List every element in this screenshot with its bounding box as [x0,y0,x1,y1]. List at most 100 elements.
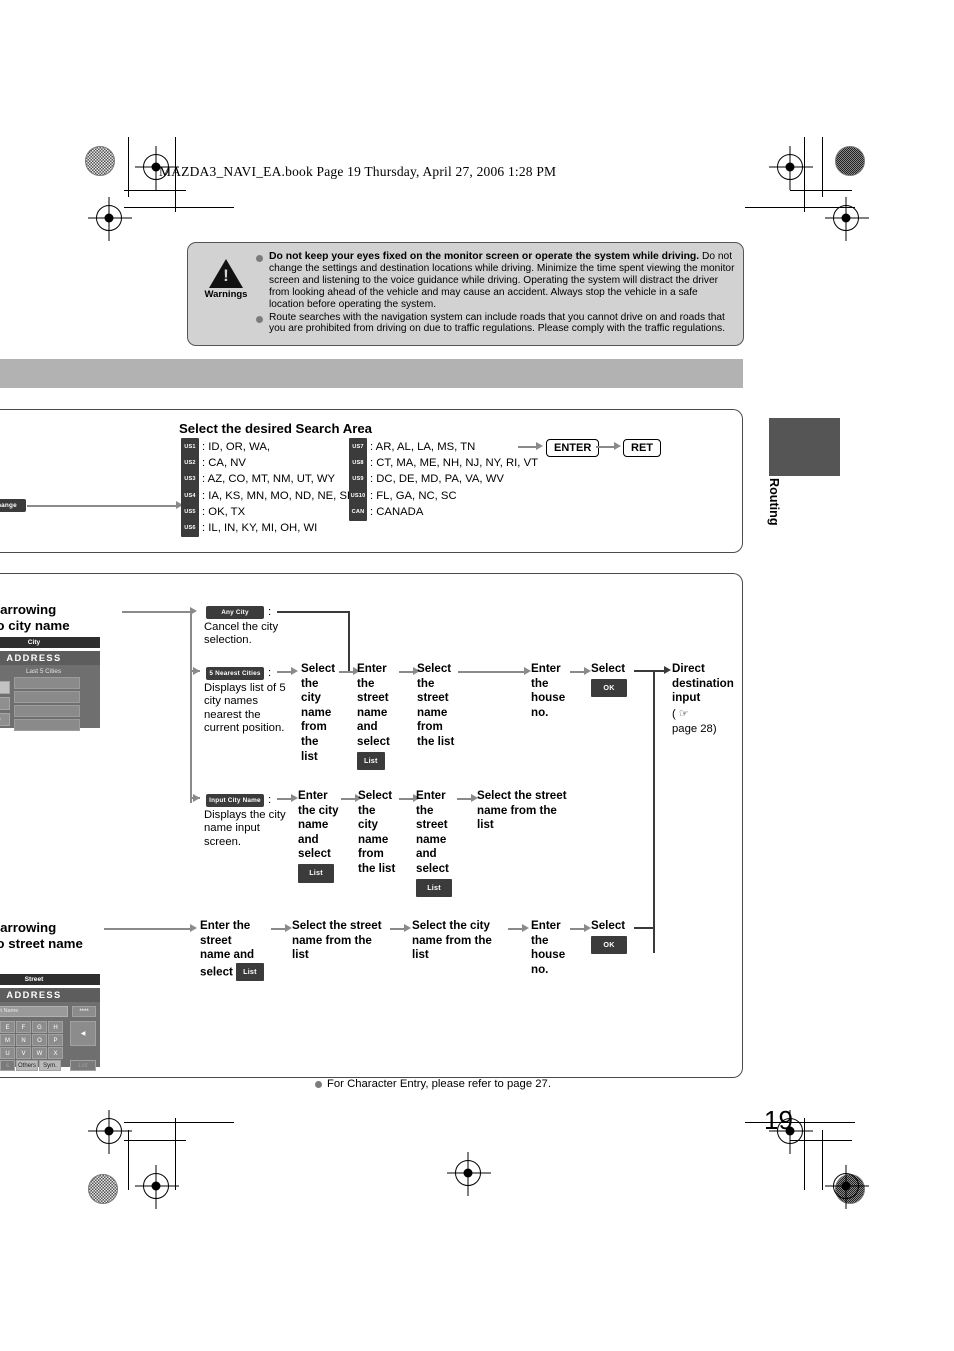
connector-arrow [614,442,621,450]
list-row[interactable] [14,677,80,689]
area-states: : CT, MA, ME, NH, NJ, NY, RI, VT [370,457,539,470]
other-cities-button[interactable]: r Cities [0,697,10,710]
ok-button[interactable]: OK [591,935,627,955]
connector-line [634,927,655,929]
area-states: : CANADA [370,505,424,518]
search-area-row[interactable]: US2: CA, NV [181,454,355,473]
street-name-input[interactable]: Input Street Name [0,1006,68,1017]
connector-arrow [291,794,298,802]
search-area-row[interactable]: US6: IL, IN, KY, MI, OH, WI [181,518,355,538]
area-states: : CA, NV [202,457,246,470]
heading-line-2: to street name [0,935,83,951]
key-o[interactable]: O [32,1034,47,1046]
step-select-street-name-list-2: Select the street name from the list [477,789,567,832]
connector-bus [653,670,655,953]
key-w[interactable]: W [32,1047,47,1059]
routing-side-tab [769,418,840,476]
halftone-dot-tl [85,146,115,176]
heading-line-2: to city name [0,617,70,633]
connector-line [122,611,190,613]
connector-bus [190,611,192,803]
area-states: : DC, DE, MD, PA, VA, WV [370,473,504,486]
search-area-row[interactable]: US4: IA, KS, MN, MO, ND, NE, SD [181,486,355,505]
warning-icon-group: ! Warnings [198,259,254,300]
step-text: Enter the city name and select [298,789,339,861]
area-tag: US3 [181,470,199,489]
branch-street-heading: narrowing to street name [0,920,152,951]
paren-open: ( [672,708,676,720]
bullet-icon [315,1080,322,1088]
search-area-row[interactable]: US1: ID, OR, WA, [181,438,355,457]
book-header-line: MAZDA3_NAVI_EA.book Page 19 Thursday, Ap… [159,164,557,179]
step-enter-city-name: Enter the city name and select List [298,789,340,883]
last-5-cities-label: Last 5 Cities [26,668,62,675]
search-area-row[interactable]: US7: AR, AL, LA, MS, TN [349,438,538,457]
section-band [0,359,743,388]
connector-arrow [536,442,543,450]
ret-key[interactable]: RET [623,439,661,457]
area-tag: US6 [181,518,199,538]
key-v[interactable]: V [16,1047,31,1059]
key-e[interactable]: E [0,1021,15,1033]
registration-mark-2 [88,205,132,231]
city-screen-thumbnail: City ADDRESS Last 5 Cities City r Cities… [0,637,100,731]
key-f[interactable]: F [16,1021,31,1033]
registration-mark-7 [135,1173,179,1199]
search-area-row[interactable]: US10: FL, GA, NC, SC [349,486,538,505]
step-text: Enter the street name and select [416,789,449,875]
key-h[interactable]: H [48,1021,63,1033]
any-city-button[interactable]: Any City [206,606,264,619]
step-enter-street-name: Enter the street name and select List [357,662,397,771]
list-row[interactable] [14,691,80,703]
bullet-icon [256,312,269,336]
page-ref: ( ☞ [672,708,689,721]
search-area-row[interactable]: US8: CT, MA, ME, NH, NJ, NY, RI, VT [349,454,539,473]
search-area-row[interactable]: US3: AZ, CO, MT, NM, UT, WY [181,470,355,489]
connector-line [277,611,349,613]
list-button[interactable]: List [416,878,452,898]
list-row[interactable] [14,705,80,717]
list-button[interactable]: List [298,863,334,883]
list-row[interactable] [14,719,80,731]
city-name-button[interactable]: y Name [0,713,10,726]
page-number: 19 [764,1105,793,1135]
symbols-button[interactable]: Sym. [39,1060,61,1071]
colon: : [268,667,272,679]
warnings-label: Warnings [204,289,248,300]
five-nearest-cities-button[interactable]: 5 Nearest Cities [206,667,264,680]
side-tab-text: Routing [766,478,781,526]
registration-mark-5 [88,1118,132,1144]
search-area-row[interactable]: US9: DC, DE, MD, PA, VA, WV [349,470,538,489]
search-area-row[interactable]: US5: OK, TX [181,502,355,521]
others-button[interactable]: Others [16,1060,38,1071]
key-x[interactable]: X [48,1047,63,1059]
enter-arrow-key[interactable]: ◀ [70,1021,96,1046]
connector-arrow [291,667,298,675]
enter-key[interactable]: ENTER [546,439,600,457]
key-ampersand[interactable]: & [0,1060,15,1071]
connector-line [634,670,666,672]
key-m[interactable]: M [0,1034,15,1046]
connector-arrow [584,924,591,932]
backspace-button[interactable]: **** [72,1006,96,1017]
step-select-street-name-b: Select the street name from the list [292,919,382,962]
routing-side-label: Routing [766,478,840,568]
list-button[interactable]: List [357,751,385,771]
list-button[interactable]: List [70,1060,96,1071]
key-u[interactable]: U [0,1047,15,1059]
direct-destination-input: Direct destination input [672,662,748,706]
ok-button[interactable]: OK [591,678,627,698]
area-states: : IL, IN, KY, MI, OH, WI [202,521,318,534]
key-g[interactable]: G [32,1021,47,1033]
halftone-dot-tr [835,146,865,176]
key-n[interactable]: N [16,1034,31,1046]
connector-line [190,670,200,672]
screen-header: ADDRESS [0,988,100,1002]
change-button[interactable]: hange [0,499,26,512]
input-city-name-button[interactable]: Input City Name [206,794,264,807]
input-city-description: Displays the city name input screen. [204,809,286,848]
list-button[interactable]: List [236,962,264,982]
key-p[interactable]: P [48,1034,63,1046]
city-option-button[interactable]: City [0,681,10,694]
search-area-row[interactable]: CAN: CANADA [349,502,538,521]
